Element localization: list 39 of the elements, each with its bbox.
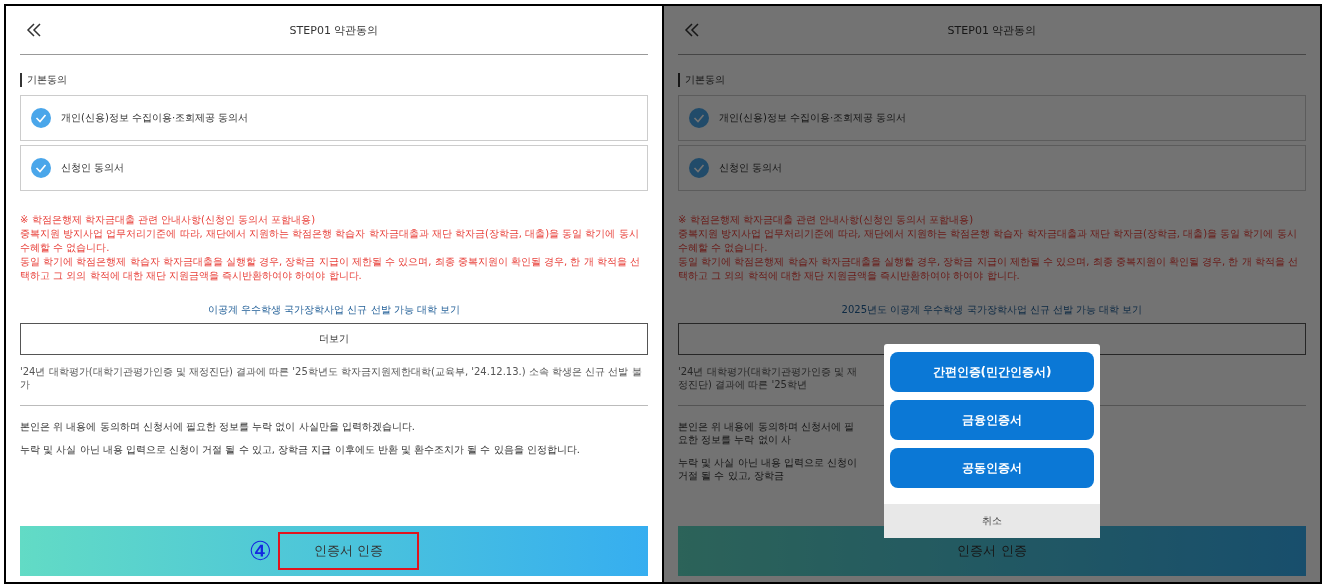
certificate-button[interactable]: 인증서 인증 [678, 526, 1306, 576]
consent-label: 신청인 동의서 [719, 161, 783, 175]
auth-option-button[interactable]: 간편인증(민간인증서) [890, 352, 1094, 392]
page-title: STEP01 약관동의 [288, 22, 380, 38]
check-icon[interactable] [31, 108, 51, 128]
check-icon[interactable] [689, 108, 709, 128]
university-list-link[interactable]: 이공계 우수학생 국가장학사업 신규 선발 가능 대학 보기 [207, 304, 461, 315]
back-icon[interactable] [26, 23, 42, 37]
notice-text: 중복지원 방지사업 업무처리기준에 따라, 재단에서 지원하는 학점은행 학습자 학자금대출과 재단 학자금(장학금, 대출)을 동일 학기에 동시 수혜할 수 없습니다. [20, 227, 640, 255]
step-number-annotation: ④ [248, 536, 273, 566]
agreement-text: 본인은 위 내용에 동의하며 신청서에 필요한 정보를 누락 없이 사 [678, 420, 855, 446]
section-heading: 기본동의 [20, 73, 648, 87]
page-title: STEP01 약관동의 [946, 22, 1038, 38]
agreement-text: 누락 및 사실 아닌 내용 입력으로 신청이 거절 될 수 있고, 장학금 [678, 456, 858, 482]
consent-item[interactable]: 신청인 동의서 [678, 145, 1306, 191]
notice-text: 중복지원 방지사업 업무처리기준에 따라, 재단에서 지원하는 학점은행 학습자 학자금대출과 재단 학자금(장학금, 대출)을 동일 학기에 동시 수혜할 수 없습니다. [678, 227, 1298, 255]
agreement-text: 본인은 위 내용에 동의하며 신청서에 필요한 정보를 누락 없이 사실만을 입력하겠습니다. [20, 420, 416, 433]
section-heading: 기본동의 [678, 73, 1306, 87]
footnote-text: '24년 대학평가(대학기관평가인증 및 재정진단) 결과에 따른 '25학년 [678, 365, 858, 391]
footnote-text: '24년 대학평가(대학기관평가인증 및 재정진단) 결과에 따른 '25학년도 학자금지원제한대학(교육부, '24.12.13.) 소속 학생은 신규 선발 불가 [20, 365, 643, 391]
notice-text: 동일 학기에 학점은행제 학습자 학자금대출을 실행할 경우, 장학금 지급이 제한될 수 있으며, 최종 중복지원이 확인될 경우, 한 개 학적을 선택하고 그 외의 학적에 대한 재단 지원금액을 즉시반환하여야 하여야 합니다. [20, 255, 641, 283]
consent-item[interactable]: 신청인 동의서 [20, 145, 648, 191]
consent-item[interactable]: 개인(신용)정보 수집이용·조회제공 동의서 [20, 95, 648, 141]
check-icon[interactable] [31, 158, 51, 178]
more-button[interactable]: 더보기 [20, 323, 648, 355]
university-list-link[interactable]: 2025년도 이공계 우수학생 국가장학사업 신규 선발 가능 대학 보기 [841, 304, 1143, 315]
consent-item[interactable]: 개인(신용)정보 수집이용·조회제공 동의서 [678, 95, 1306, 141]
notice-text: 동일 학기에 학점은행제 학습자 학자금대출을 실행할 경우, 장학금 지급이 제한될 수 있으며, 최종 중복지원이 확인될 경우, 한 개 학적을 선택하고 그 외의 학적에 대한 재단 지원금액을 즉시반환하여야 하여야 합니다. [678, 255, 1299, 283]
auth-option-button[interactable]: 금융인증서 [890, 400, 1094, 440]
consent-label: 개인(신용)정보 수집이용·조회제공 동의서 [61, 111, 249, 125]
certificate-button[interactable]: ④ 인증서 인증 [20, 526, 648, 576]
consent-label: 개인(신용)정보 수집이용·조회제공 동의서 [719, 111, 907, 125]
cancel-button[interactable]: 취소 [884, 504, 1100, 538]
agreement-text: 누락 및 사실 아닌 내용 입력으로 신청이 거절 될 수 있고, 장학금 지급 이후에도 반환 및 환수조치가 될 수 있음을 인정합니다. [20, 443, 581, 456]
auth-option-button[interactable]: 공동인증서 [890, 448, 1094, 488]
notice-title: ※ 학점은행제 학자금대출 관련 안내사항(신청인 동의서 포함내용) [678, 213, 975, 227]
notice-title: ※ 학점은행제 학자금대출 관련 안내사항(신청인 동의서 포함내용) [20, 213, 317, 227]
check-icon[interactable] [689, 158, 709, 178]
consent-label: 신청인 동의서 [61, 161, 125, 175]
